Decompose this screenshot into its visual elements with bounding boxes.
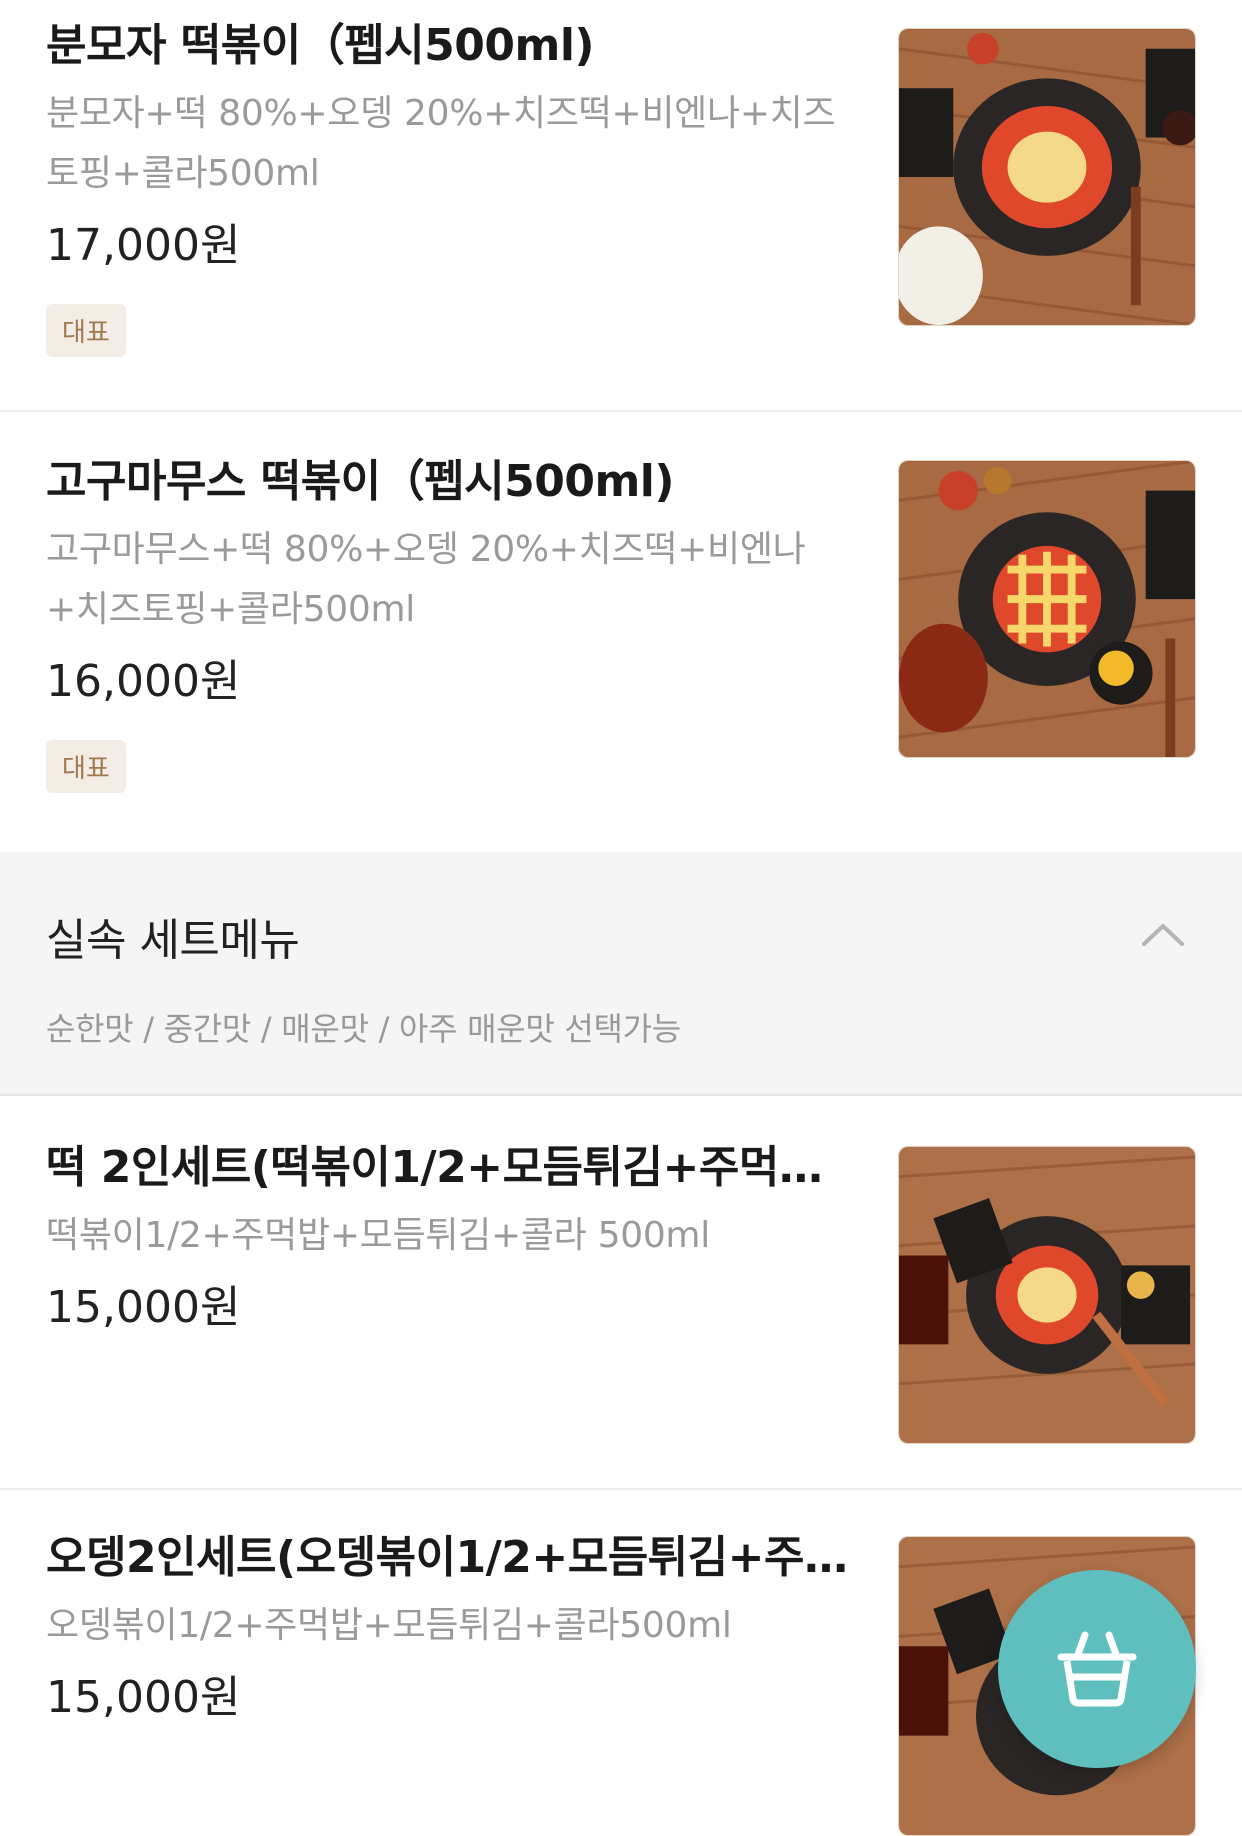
menu-item-photo (898, 460, 1196, 758)
menu-item-price: 15,000원 (46, 1672, 241, 1723)
menu-item-name: 오뎅2인세트(오뎅볶이1/2+모듬튀김+주… (46, 1532, 848, 1583)
chevron-up-icon[interactable] (1140, 918, 1186, 948)
menu-item-price: 15,000원 (46, 1282, 241, 1333)
signature-badge: 대표 (46, 740, 126, 793)
menu-item-photo (898, 28, 1196, 326)
menu-item-description: 분모자+떡 80%+오뎅 20%+치즈떡+비엔나+치즈토핑+콜라500ml (46, 93, 836, 194)
menu-item-description: 떡볶이1/2+주먹밥+모듬튀김+콜라 500ml (46, 1215, 710, 1256)
menu-item-description: 고구마무스+떡 80%+오뎅 20%+치즈떡+비엔나+치즈토핑+콜라500ml (46, 529, 806, 630)
menu-item-name: 분모자 떡볶이（펩시500ml) (46, 20, 595, 71)
section-title: 실속 세트메뉴 (46, 915, 300, 966)
menu-item[interactable]: 고구마무스 떡볶이（펩시500ml) 고구마무스+떡 80%+오뎅 20%+치즈… (0, 412, 1242, 852)
menu-item[interactable]: 떡 2인세트(떡볶이1/2+모듬튀김+주먹밥+… 떡볶이1/2+주먹밥+모듬튀김… (0, 1098, 1242, 1488)
menu-section-header[interactable]: 실속 세트메뉴 순한맛 / 중간맛 / 매운맛 / 아주 매운맛 선택가능 (0, 852, 1242, 1096)
basket-icon (1057, 1631, 1137, 1707)
menu-item-description: 오뎅볶이1/2+주먹밥+모듬튀김+콜라500ml (46, 1605, 732, 1646)
cart-button[interactable] (998, 1570, 1196, 1768)
menu-item-price: 16,000원 (46, 656, 241, 707)
signature-badge: 대표 (46, 304, 126, 357)
menu-item-name: 떡 2인세트(떡볶이1/2+모듬튀김+주먹밥+… (46, 1142, 856, 1193)
menu-item-photo (898, 1146, 1196, 1444)
menu-item-name: 고구마무스 떡볶이（펩시500ml) (46, 456, 675, 507)
section-subtitle: 순한맛 / 중간맛 / 매운맛 / 아주 매운맛 선택가능 (46, 1010, 681, 1048)
menu-item[interactable]: 분모자 떡볶이（펩시500ml) 분모자+떡 80%+오뎅 20%+치즈떡+비엔… (0, 0, 1242, 410)
menu-item-price: 17,000원 (46, 220, 241, 271)
